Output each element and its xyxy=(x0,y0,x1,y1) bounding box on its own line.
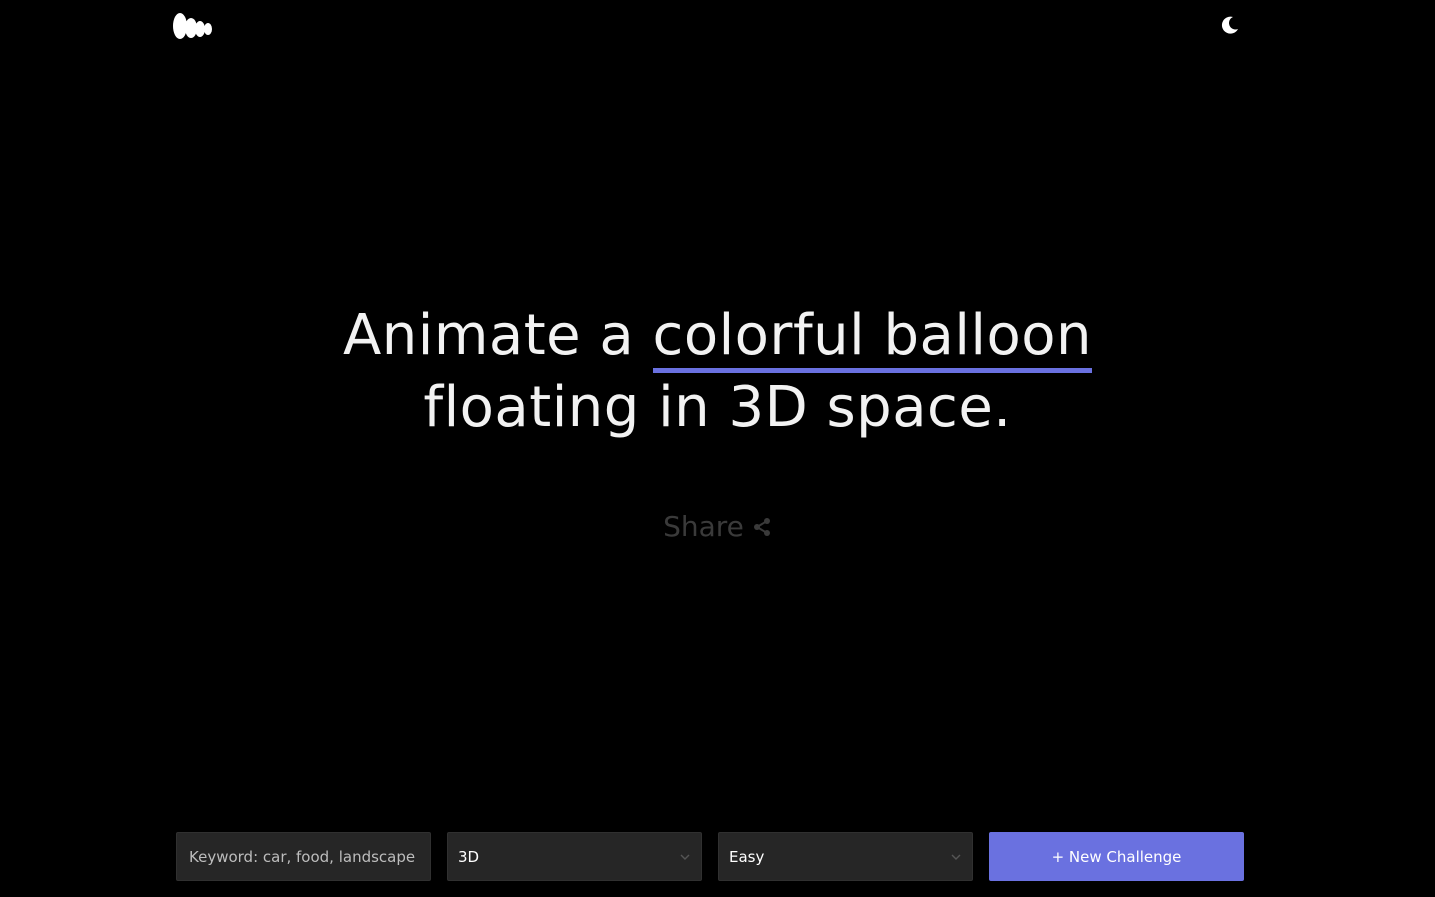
page: Animate a colorful balloon floating in 3… xyxy=(0,0,1435,897)
app-logo[interactable] xyxy=(172,12,214,40)
new-challenge-button[interactable]: + New Challenge xyxy=(989,832,1244,881)
keyword-input[interactable] xyxy=(187,846,420,867)
difficulty-select[interactable]: Easy xyxy=(718,832,973,881)
moon-icon xyxy=(1221,16,1238,34)
theme-toggle-button[interactable] xyxy=(1219,14,1241,36)
share-icon xyxy=(753,517,770,536)
chevron-down-icon xyxy=(680,854,690,860)
chevron-down-icon xyxy=(951,854,961,860)
type-select[interactable]: 3D xyxy=(447,832,702,881)
type-select-value: 3D xyxy=(458,847,480,866)
blob-logo-icon xyxy=(173,13,212,39)
challenge-highlight: colorful balloon xyxy=(652,303,1093,373)
challenge-line-1: Animate a colorful balloon xyxy=(0,300,1435,373)
challenge-controls: 3D Easy + New Challenge xyxy=(176,832,1244,881)
share-button[interactable]: Share xyxy=(0,510,1435,543)
share-label: Share xyxy=(663,510,744,543)
difficulty-select-value: Easy xyxy=(729,847,765,866)
challenge-text: Animate a colorful balloon floating in 3… xyxy=(0,300,1435,444)
keyword-field xyxy=(176,832,431,881)
challenge-prefix: Animate a xyxy=(342,303,653,368)
challenge-line-2: floating in 3D space. xyxy=(423,375,1012,440)
